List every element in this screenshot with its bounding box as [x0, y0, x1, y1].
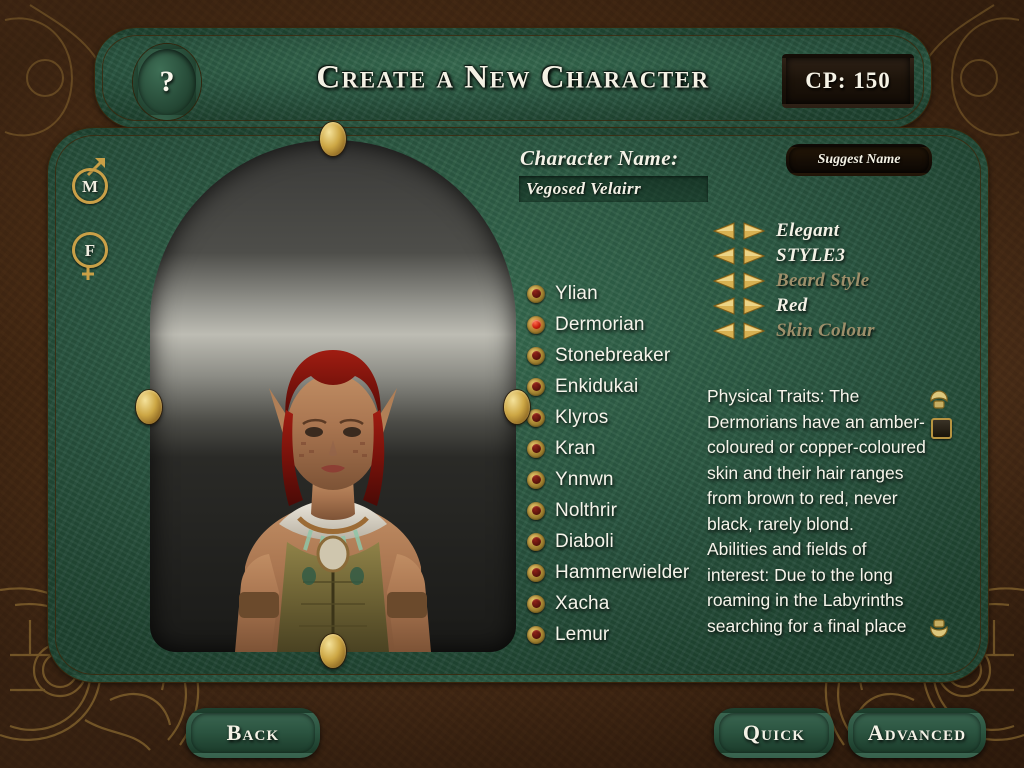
arrow-right-icon[interactable]: [742, 296, 766, 315]
arrow-right-icon[interactable]: [742, 221, 766, 240]
race-option[interactable]: Diaboli: [527, 526, 702, 557]
quick-button[interactable]: Quick: [714, 708, 834, 758]
scroll-up-icon[interactable]: [926, 388, 952, 414]
race-option[interactable]: Stonebreaker: [527, 340, 702, 371]
race-option[interactable]: Dermorian: [527, 309, 702, 340]
arrow-left-icon[interactable]: [712, 271, 736, 290]
scroll-down-icon[interactable]: [926, 614, 952, 640]
advanced-button[interactable]: Advanced: [848, 708, 986, 758]
race-option[interactable]: Xacha: [527, 588, 702, 619]
race-option[interactable]: Klyros: [527, 402, 702, 433]
race-option[interactable]: Ynnwn: [527, 464, 702, 495]
character-name-label: Character Name:: [520, 146, 679, 170]
style-selector-value: Elegant: [776, 219, 840, 241]
race-option-label: Dermorian: [555, 313, 645, 335]
style-selector-value: Beard Style: [776, 269, 870, 291]
help-button[interactable]: ?: [133, 44, 201, 120]
race-option[interactable]: Enkidukai: [527, 371, 702, 402]
style-selectors: Elegant STYLE3 Beard Style Red Skin Colour: [712, 218, 962, 343]
quick-button-label: Quick: [742, 720, 806, 745]
race-option[interactable]: Kran: [527, 433, 702, 464]
race-description-text: Physical Traits: The Dermorians have an …: [707, 386, 926, 636]
suggest-name-button[interactable]: Suggest Name: [786, 144, 932, 176]
character-portrait[interactable]: [136, 122, 530, 668]
race-option-label: Enkidukai: [555, 375, 639, 397]
style-selector-row: Skin Colour: [712, 318, 962, 343]
race-radio-gem[interactable]: [527, 470, 545, 489]
style-selector-value: STYLE3: [776, 244, 846, 266]
venus-ring-icon: F: [72, 232, 108, 268]
arrow-left-icon[interactable]: [712, 246, 736, 265]
style-selector-value: Red: [776, 294, 808, 316]
advanced-button-label: Advanced: [867, 720, 967, 745]
style-selector-row: Red: [712, 293, 962, 318]
arrow-right-icon[interactable]: [742, 246, 766, 265]
race-option[interactable]: Hammerwielder: [527, 557, 702, 588]
race-option-label: Lemur: [555, 623, 610, 645]
style-selector-row: Elegant: [712, 218, 962, 243]
race-option-label: Ynnwn: [555, 468, 614, 490]
race-option-label: Klyros: [555, 406, 609, 428]
style-selector-row: Beard Style: [712, 268, 962, 293]
back-button[interactable]: Back: [186, 708, 320, 758]
arrow-right-icon[interactable]: [742, 271, 766, 290]
race-option-label: Kran: [555, 437, 596, 459]
gender-male-toggle[interactable]: M: [70, 158, 108, 204]
gender-male-letter: M: [81, 176, 99, 196]
arrow-left-icon[interactable]: [712, 221, 736, 240]
venus-cross-icon: [82, 267, 94, 280]
style-selector-row: STYLE3: [712, 243, 962, 268]
race-list: Ylian Dermorian Stonebreaker Enkidukai Klyro…: [527, 278, 702, 650]
cp-badge: CP: 150: [782, 54, 914, 108]
race-radio-gem[interactable]: [527, 408, 545, 427]
race-radio-gem[interactable]: [527, 594, 545, 613]
race-option-label: Ylian: [555, 282, 598, 304]
character-avatar: [235, 350, 431, 652]
gender-female-toggle[interactable]: F: [70, 222, 108, 280]
race-radio-gem[interactable]: [527, 501, 545, 520]
character-name-value: Vegosed Velairr: [526, 179, 642, 198]
portrait-boss-top: [320, 122, 346, 156]
race-radio-gem[interactable]: [527, 439, 545, 458]
race-option-label: Nolthrir: [555, 499, 618, 521]
scroll-thumb[interactable]: [931, 418, 952, 439]
race-option-label: Xacha: [555, 592, 610, 614]
description-scrollbar[interactable]: [926, 388, 952, 640]
race-radio-gem[interactable]: [527, 315, 545, 334]
cp-value: CP: 150: [805, 68, 891, 93]
gender-female-letter: F: [84, 240, 96, 260]
portrait-boss-right: [504, 390, 530, 424]
back-button-label: Back: [226, 720, 280, 745]
portrait-boss-bottom: [320, 634, 346, 668]
race-radio-gem[interactable]: [527, 625, 545, 644]
race-option[interactable]: Nolthrir: [527, 495, 702, 526]
arrow-left-icon[interactable]: [712, 321, 736, 340]
race-option-label: Hammerwielder: [555, 561, 690, 583]
race-description-panel: Physical Traits: The Dermorians have an …: [707, 384, 929, 640]
race-option[interactable]: Ylian: [527, 278, 702, 309]
arrow-left-icon[interactable]: [712, 296, 736, 315]
race-radio-gem[interactable]: [527, 563, 545, 582]
portrait-viewport: [150, 140, 516, 652]
race-radio-gem[interactable]: [527, 284, 545, 303]
race-option[interactable]: Lemur: [527, 619, 702, 650]
race-radio-gem[interactable]: [527, 346, 545, 365]
style-selector-value: Skin Colour: [776, 319, 875, 341]
race-option-label: Diaboli: [555, 530, 614, 552]
suggest-name-label: Suggest Name: [817, 152, 901, 167]
character-name-input[interactable]: Vegosed Velairr: [519, 176, 708, 202]
character-creation-screen: Create a New Character ? CP: 150 M F Cha…: [0, 0, 1024, 768]
race-radio-gem[interactable]: [527, 532, 545, 551]
portrait-boss-left: [136, 390, 162, 424]
race-option-label: Stonebreaker: [555, 344, 671, 366]
question-mark-icon: ?: [159, 65, 175, 98]
mars-ring-icon: M: [72, 168, 108, 204]
arrow-right-icon[interactable]: [742, 321, 766, 340]
race-radio-gem[interactable]: [527, 377, 545, 396]
